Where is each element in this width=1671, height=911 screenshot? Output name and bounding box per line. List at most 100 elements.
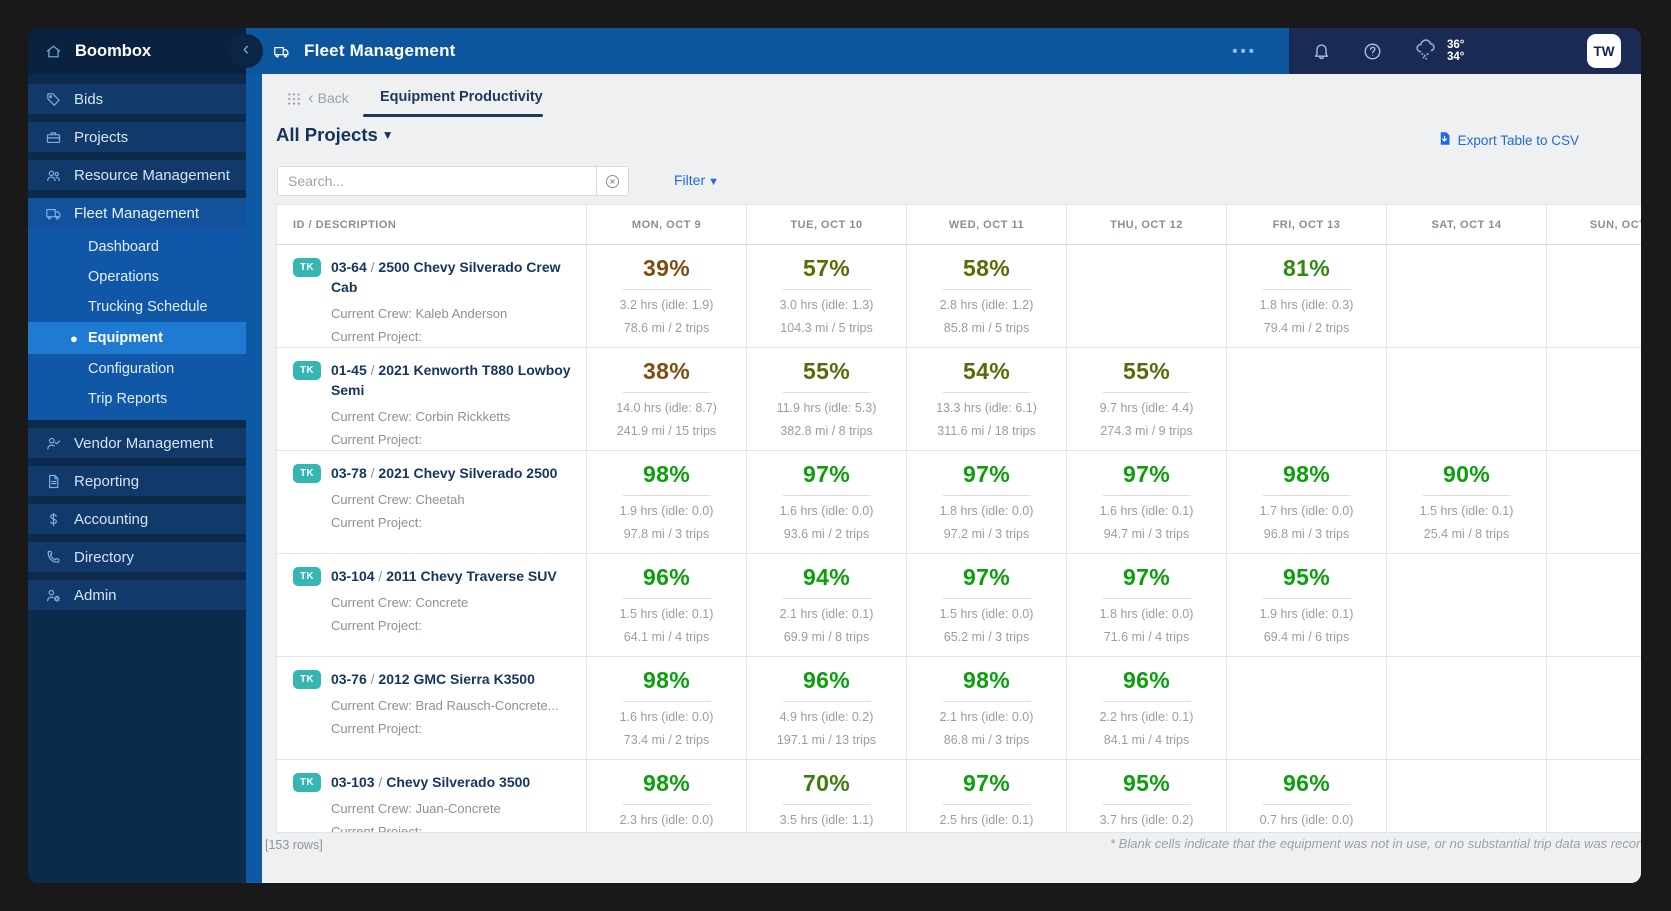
hours-idle: 2.5 hrs (idle: 0.1) (907, 813, 1066, 827)
productivity-cell[interactable]: 98% 2.3 hrs (idle: 0.0) 112.3 mi / 3 tri… (587, 760, 747, 833)
sidebar-item-admin[interactable]: Admin (28, 580, 246, 610)
sidebar-item-accounting[interactable]: Accounting (28, 504, 246, 534)
equipment-cell[interactable]: TK 03-104 / 2011 Chevy Traverse SUV Curr… (277, 554, 587, 656)
column-header-day-2[interactable]: WED, OCT 11 (907, 205, 1067, 244)
equipment-cell[interactable]: TK 01-45 / 2021 Kenworth T880 Lowboy Sem… (277, 348, 587, 450)
productivity-cell-empty[interactable] (1387, 657, 1547, 759)
cell-divider (943, 598, 1031, 599)
productivity-cell[interactable]: 70% 3.5 hrs (idle: 1.1) 112.5 mi / 4 tri… (747, 760, 907, 833)
sidebar-item-directory[interactable]: Directory (28, 542, 246, 572)
sidebar-subitem-trip-reports[interactable]: Trip Reports (28, 384, 246, 414)
productivity-cell[interactable]: 39% 3.2 hrs (idle: 1.9) 78.6 mi / 2 trip… (587, 245, 747, 347)
productivity-cell-empty[interactable] (1547, 245, 1641, 347)
productivity-cell-empty[interactable] (1547, 657, 1641, 759)
productivity-cell[interactable]: 98% 1.6 hrs (idle: 0.0) 73.4 mi / 2 trip… (587, 657, 747, 759)
weather-widget[interactable]: 36° 34° (1413, 36, 1464, 67)
productivity-cell-empty[interactable] (1387, 554, 1547, 656)
productivity-cell[interactable]: 55% 11.9 hrs (idle: 5.3) 382.8 mi / 8 tr… (747, 348, 907, 450)
productivity-cell[interactable]: 98% 1.9 hrs (idle: 0.0) 97.8 mi / 3 trip… (587, 451, 747, 553)
productivity-cell[interactable]: 97% 2.5 hrs (idle: 0.1) 111.4 mi / 5 tri… (907, 760, 1067, 833)
productivity-cell-empty[interactable] (1547, 760, 1641, 833)
back-button[interactable]: ‹ Back (308, 90, 349, 106)
project-filter-dropdown[interactable]: All Projects▼ (276, 124, 394, 146)
sidebar-subitem-operations[interactable]: Operations (28, 262, 246, 292)
productivity-cell[interactable]: 95% 3.7 hrs (idle: 0.2) 114.3 mi / 10 tr… (1067, 760, 1227, 833)
apps-grid-icon[interactable] (286, 91, 302, 112)
productivity-cell[interactable]: 96% 2.2 hrs (idle: 0.1) 84.1 mi / 4 trip… (1067, 657, 1227, 759)
notifications-bell-icon[interactable] (1311, 41, 1332, 62)
productivity-cell[interactable]: 57% 3.0 hrs (idle: 1.3) 104.3 mi / 5 tri… (747, 245, 907, 347)
miles-trips: 97.8 mi / 3 trips (587, 527, 746, 541)
topbar-title-section: Fleet Management ••• (246, 28, 1289, 74)
column-header-id[interactable]: ID / DESCRIPTION (277, 205, 587, 244)
sidebar-item-reporting[interactable]: Reporting (28, 466, 246, 496)
productivity-cell[interactable]: 54% 13.3 hrs (idle: 6.1) 311.6 mi / 18 t… (907, 348, 1067, 450)
productivity-cell-empty[interactable] (1387, 760, 1547, 833)
column-header-day-6[interactable]: SUN, OCT 15 (1547, 205, 1641, 244)
productivity-cell[interactable]: 95% 1.9 hrs (idle: 0.1) 69.4 mi / 6 trip… (1227, 554, 1387, 656)
sidebar-brand[interactable]: Boombox (28, 28, 246, 74)
equipment-id: 03-104 (331, 568, 375, 584)
tab-equipment-productivity[interactable]: Equipment Productivity (380, 89, 543, 105)
sidebar-item-bids[interactable]: Bids (28, 84, 246, 114)
sidebar-subitem-trucking-schedule[interactable]: Trucking Schedule (28, 292, 246, 322)
productivity-cell-empty[interactable] (1547, 348, 1641, 450)
productivity-cell-empty[interactable] (1227, 657, 1387, 759)
column-header-day-4[interactable]: FRI, OCT 13 (1227, 205, 1387, 244)
sidebar-item-fleet-management[interactable]: Fleet Management (28, 198, 246, 228)
productivity-cell[interactable]: 90% 1.5 hrs (idle: 0.1) 25.4 mi / 8 trip… (1387, 451, 1547, 553)
export-csv-button[interactable]: Export Table to CSV (1437, 131, 1579, 149)
productivity-cell[interactable]: 98% 1.7 hrs (idle: 0.0) 96.8 mi / 3 trip… (1227, 451, 1387, 553)
equipment-cell[interactable]: TK 03-78 / 2021 Chevy Silverado 2500 Cur… (277, 451, 587, 553)
sidebar-collapse-button[interactable]: ‹ (229, 34, 263, 68)
productivity-cell-empty[interactable] (1227, 348, 1387, 450)
cell-divider (943, 392, 1031, 393)
sidebar-item-vendor-management[interactable]: Vendor Management (28, 428, 246, 458)
help-icon[interactable] (1362, 41, 1383, 62)
topbar-utility-section: 36° 34° TW (1289, 28, 1641, 74)
current-crew: Current Crew: Concrete (331, 595, 557, 610)
column-header-day-0[interactable]: MON, OCT 9 (587, 205, 747, 244)
column-header-day-3[interactable]: THU, OCT 12 (1067, 205, 1227, 244)
equipment-cell[interactable]: TK 03-76 / 2012 GMC Sierra K3500 Current… (277, 657, 587, 759)
productivity-percent: 98% (1227, 461, 1386, 488)
column-header-day-1[interactable]: TUE, OCT 10 (747, 205, 907, 244)
productivity-cell[interactable]: 38% 14.0 hrs (idle: 8.7) 241.9 mi / 15 t… (587, 348, 747, 450)
equipment-cell[interactable]: TK 03-103 / Chevy Silverado 3500 Current… (277, 760, 587, 833)
productivity-cell-empty[interactable] (1387, 245, 1547, 347)
sidebar-item-projects[interactable]: Projects (28, 122, 246, 152)
productivity-cell[interactable]: 96% 4.9 hrs (idle: 0.2) 197.1 mi / 13 tr… (747, 657, 907, 759)
productivity-percent: 57% (747, 255, 906, 282)
more-menu-button[interactable]: ••• (1226, 37, 1263, 66)
sidebar: Boombox Bids Projects Resource Management F… (28, 28, 246, 883)
productivity-percent: 95% (1227, 564, 1386, 591)
productivity-cell[interactable]: 97% 1.5 hrs (idle: 0.0) 65.2 mi / 3 trip… (907, 554, 1067, 656)
equipment-cell[interactable]: TK 03-64 / 2500 Chevy Silverado Crew Cab… (277, 245, 587, 347)
search-input[interactable] (278, 167, 596, 195)
productivity-cell[interactable]: 55% 9.7 hrs (idle: 4.4) 274.3 mi / 9 tri… (1067, 348, 1227, 450)
productivity-cell[interactable]: 94% 2.1 hrs (idle: 0.1) 69.9 mi / 8 trip… (747, 554, 907, 656)
miles-trips: 73.4 mi / 2 trips (587, 733, 746, 747)
productivity-cell-empty[interactable] (1387, 348, 1547, 450)
sidebar-subitem-configuration[interactable]: Configuration (28, 354, 246, 384)
productivity-cell[interactable]: 96% 1.5 hrs (idle: 0.1) 64.1 mi / 4 trip… (587, 554, 747, 656)
productivity-cell[interactable]: 98% 2.1 hrs (idle: 0.0) 86.8 mi / 3 trip… (907, 657, 1067, 759)
productivity-cell[interactable]: 96% 0.7 hrs (idle: 0.0) 10.9 mi / 10 tri… (1227, 760, 1387, 833)
productivity-cell[interactable]: 97% 1.8 hrs (idle: 0.0) 97.2 mi / 3 trip… (907, 451, 1067, 553)
user-avatar[interactable]: TW (1587, 34, 1621, 68)
sidebar-item-resource-management[interactable]: Resource Management (28, 160, 246, 190)
productivity-cell[interactable]: 97% 1.8 hrs (idle: 0.0) 71.6 mi / 4 trip… (1067, 554, 1227, 656)
productivity-cell-empty[interactable] (1067, 245, 1227, 347)
productivity-cell[interactable]: 97% 1.6 hrs (idle: 0.1) 94.7 mi / 3 trip… (1067, 451, 1227, 553)
productivity-cell[interactable]: 97% 1.6 hrs (idle: 0.0) 93.6 mi / 2 trip… (747, 451, 907, 553)
column-header-day-5[interactable]: SAT, OCT 14 (1387, 205, 1547, 244)
miles-trips: 197.1 mi / 13 trips (747, 733, 906, 747)
sidebar-subitem-dashboard[interactable]: Dashboard (28, 232, 246, 262)
productivity-cell-empty[interactable] (1547, 554, 1641, 656)
clear-search-button[interactable] (596, 167, 628, 195)
productivity-cell[interactable]: 58% 2.8 hrs (idle: 1.2) 85.8 mi / 5 trip… (907, 245, 1067, 347)
productivity-cell[interactable]: 81% 1.8 hrs (idle: 0.3) 79.4 mi / 2 trip… (1227, 245, 1387, 347)
sidebar-subitem-equipment[interactable]: ●Equipment (28, 322, 246, 354)
productivity-cell-empty[interactable] (1547, 451, 1641, 553)
filter-dropdown[interactable]: Filter▼ (674, 172, 719, 188)
